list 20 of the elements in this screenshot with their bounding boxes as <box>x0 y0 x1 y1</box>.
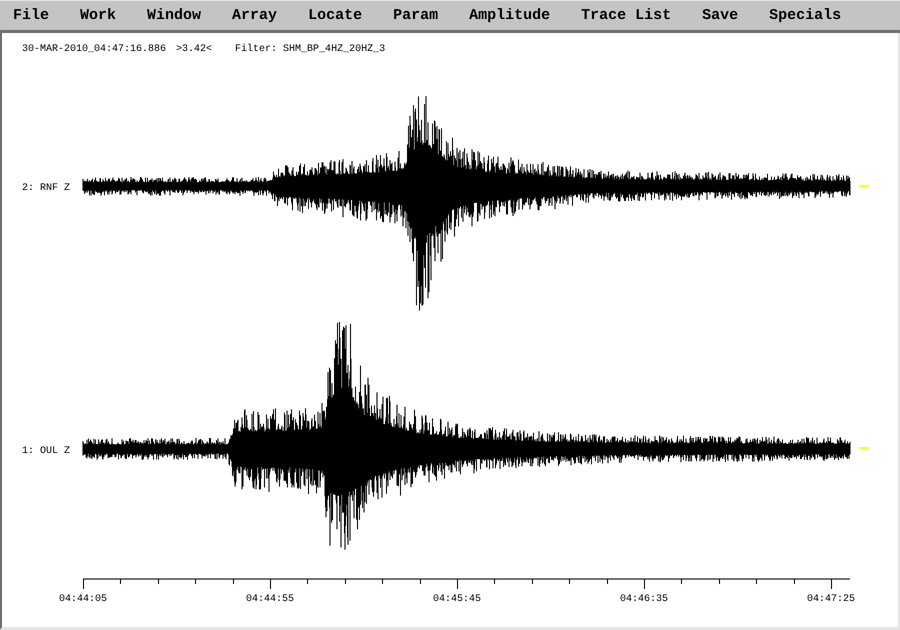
menu-item[interactable]: Array <box>232 7 278 24</box>
reading-text: >3.42< <box>176 44 212 57</box>
axis-tick-label: 04:44:05 <box>59 594 107 605</box>
menu-item[interactable]: Locate <box>308 7 362 24</box>
menu-item[interactable]: File <box>13 7 50 24</box>
trace-label: 2: RNF Z <box>22 183 70 194</box>
menu-item[interactable]: Save <box>702 7 738 24</box>
trace-label: 1: OUL Z <box>22 446 70 457</box>
menu-item[interactable]: Window <box>147 7 202 24</box>
menu-item[interactable]: Specials <box>769 7 842 24</box>
axis-tick-label: 04:44:55 <box>246 594 294 605</box>
menu-item[interactable]: Amplitude <box>469 7 550 24</box>
axis-tick-label: 04:45:45 <box>433 594 481 605</box>
axis-tick-label: 04:47:25 <box>807 594 855 605</box>
filter-text: Filter: SHM_BP_4HZ_20HZ_3 <box>235 44 386 57</box>
menu-item[interactable]: Trace List <box>581 7 672 24</box>
menu-item[interactable]: Work <box>80 7 116 24</box>
axis-tick-label: 04:46:35 <box>620 594 668 605</box>
timestamp-text: 30-MAR-2010_04:47:16.886 <box>22 44 166 57</box>
menu-item[interactable]: Param <box>393 7 438 24</box>
